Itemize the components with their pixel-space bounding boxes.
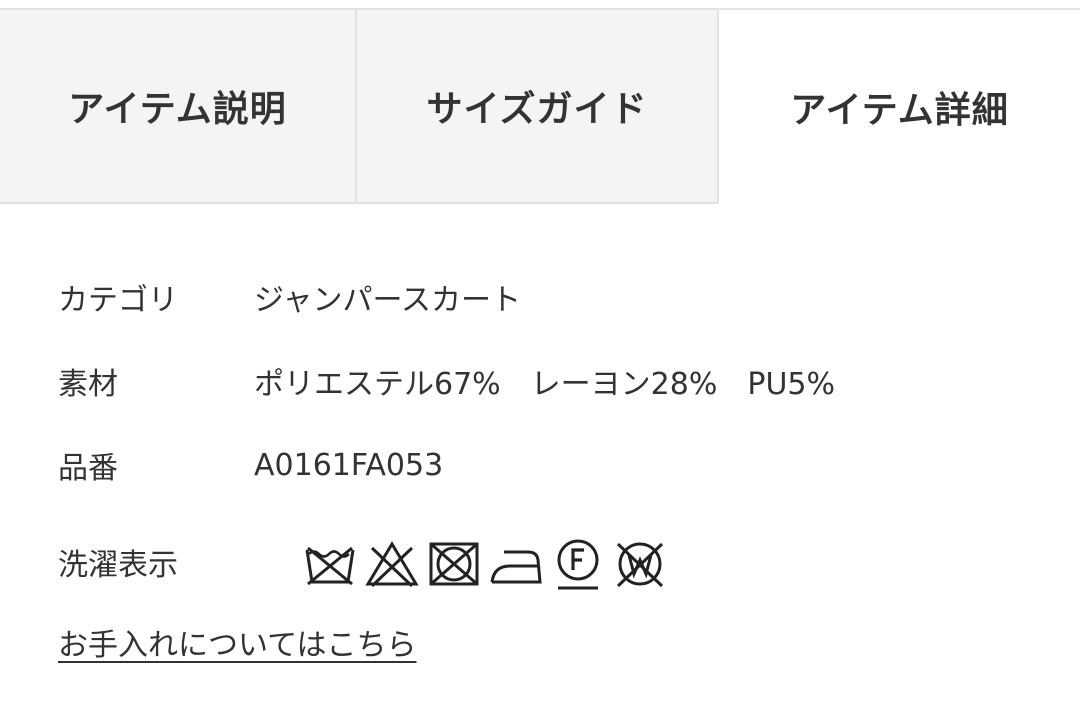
category-label: カテゴリ	[58, 283, 178, 318]
tab-size-guide[interactable]: サイズガイド	[357, 10, 719, 204]
tab-bar: アイテム説明 サイズガイド アイテム詳細	[0, 8, 1080, 204]
material-label: 素材	[58, 367, 118, 402]
iron-low-icon	[490, 550, 542, 584]
tab-item-details[interactable]: アイテム詳細	[719, 10, 1080, 204]
tab-size-guide-label: サイズガイド	[426, 89, 648, 130]
no-tumble-dry-icon	[429, 542, 479, 586]
care-icons	[302, 536, 668, 592]
tab-item-details-label: アイテム詳細	[790, 90, 1009, 131]
care-instructions-link[interactable]: お手入れについてはこちら	[58, 620, 417, 664]
tab-item-description-label: アイテム説明	[68, 89, 287, 130]
category-value: ジャンパースカート	[254, 283, 521, 318]
care-label: 洗濯表示	[58, 548, 178, 583]
no-wash-icon	[305, 546, 355, 586]
material-value: ポリエステル67% レーヨン28% PU5%	[254, 367, 836, 402]
no-wet-clean-icon	[616, 542, 664, 588]
tab-item-description[interactable]: アイテム説明	[0, 10, 357, 204]
item-number-value: A0161FA053	[254, 447, 444, 483]
item-number-label: 品番	[58, 451, 118, 486]
no-bleach-icon	[365, 541, 419, 588]
dry-clean-f-icon	[557, 539, 599, 590]
